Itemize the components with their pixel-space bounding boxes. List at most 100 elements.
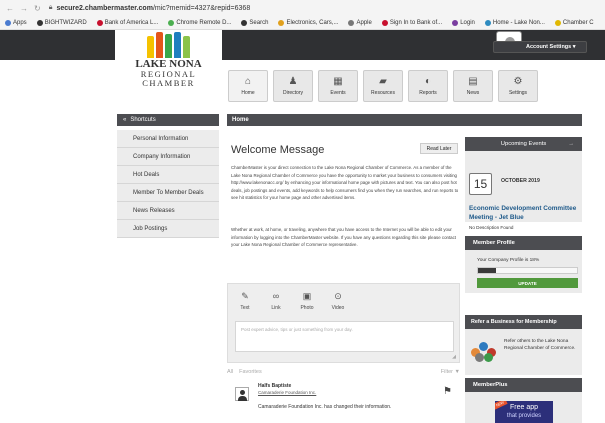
chamber-logo[interactable]: LAKE NONA REGIONAL CHAMBER [115,30,222,98]
feed-item: Halfs Baptiste Camaraderie Foundation In… [227,380,460,423]
arrow-right-icon[interactable]: → [568,141,574,147]
post-link-button[interactable]: ∞ Link [267,290,285,311]
browser-nav: ← → ↻ [0,4,41,13]
photo-icon: ▣ [302,291,312,301]
account-settings-button[interactable]: Account Settings ▾ [493,41,587,53]
bookmark-item[interactable]: Apps [0,19,32,26]
url-field[interactable]: secure2.chambermaster.com/mic?memid=4327… [56,5,250,12]
nav-settings-button[interactable]: ⚙ Settings [498,70,538,102]
event-description: No Description Found [469,225,514,230]
activity-icon: ⚑ [443,386,452,397]
folder-icon: ▰ [379,76,387,87]
nav-news-button[interactable]: ▤ News [453,70,493,102]
video-icon: ⊙ [334,291,342,301]
profile-progress-bar [477,267,578,274]
bookmark-label: BIGHTWIZARD [44,19,87,26]
user-avatar-icon[interactable] [235,387,249,401]
event-date-day: 15 [469,173,492,195]
bookmark-item[interactable]: Chrome Remote D... [163,19,236,26]
tab-favorites[interactable]: Favorites [239,369,262,375]
post-option-label: Photo [300,305,314,311]
nav-label: Reports [419,90,437,96]
news-icon: ▤ [468,76,478,87]
nav-label: Settings [508,90,528,96]
post-option-label: Link [271,305,281,311]
resize-grip-icon[interactable]: ◢ [452,354,456,360]
post-photo-button[interactable]: ▣ Photo [298,290,316,311]
post-composer: ✎ Text ∞ Link ▣ Photo ⊙ Video Post expert advic… [227,283,460,363]
shortcuts-title: Shortcuts [130,117,156,123]
main-nav: ⌂ Home ♟ Directory ▦ Events ▰ Resources ◐ Reports… [228,70,538,102]
nav-resources-button[interactable]: ▰ Resources [363,70,403,102]
bookmark-label: Apple [356,19,372,26]
event-link[interactable]: Economic Development Committee Meeting -… [469,205,579,222]
nav-directory-button[interactable]: ♟ Directory [273,70,313,102]
bookmark-item[interactable]: Login [447,19,480,26]
url-path: /mic?memid=4327&repid=6368 [152,4,251,12]
upcoming-events-header[interactable]: Upcoming Events → [465,137,582,151]
bookmark-label: Chamber C [562,19,594,26]
nav-label: News [466,90,480,96]
bookmark-icon [348,19,355,26]
bookmarks-bar: Apps BIGHTWIZARD Bank of America L... Chrom… [0,16,605,30]
collapse-icon[interactable]: « [123,117,126,123]
welcome-panel: Welcome Message Read Later ChamberMaster… [227,137,460,275]
nav-home-button[interactable]: ⌂ Home [228,70,268,102]
bookmark-item[interactable]: Apple [343,19,376,26]
sidebar-item-member-to-member-deals[interactable]: Member To Member Deals [117,184,219,202]
logo-graphic [115,30,222,58]
nav-label: Events [330,90,346,96]
bookmark-icon [168,19,175,26]
bookmark-label: Search [249,19,269,26]
directory-icon: ♟ [288,76,298,87]
bookmark-icon [36,19,43,26]
bookmark-icon [452,19,459,26]
memberplus-header: MemberPlus [465,378,582,392]
post-video-button[interactable]: ⊙ Video [329,290,347,311]
bookmark-icon [278,19,285,26]
refer-header[interactable]: Refer a Business for Membership [465,315,582,329]
sidebar-item-hot-deals[interactable]: Hot Deals [117,166,219,184]
address-bar: ← → ↻ 🔒︎ secure2.chambermaster.com/mic?m… [0,0,605,16]
update-button[interactable]: UPDATE [477,278,578,288]
bookmark-item[interactable]: Home - Lake Non... [480,19,550,26]
reload-icon[interactable]: ↻ [34,4,41,13]
profile-progress-fill [478,268,496,273]
shortcuts-header[interactable]: « Shortcuts [117,114,219,126]
bookmark-item[interactable]: Search [236,19,273,26]
feed-org-link[interactable]: Camaraderie Foundation Inc. [258,390,316,395]
sidebar-item-job-postings[interactable]: Job Postings [117,220,219,238]
upcoming-events-title: Upcoming Events [500,141,547,147]
bookmark-item[interactable]: Electronics, Cars,... [273,19,343,26]
refer-text[interactable]: Refer others to the Lake Nona Regional C… [504,338,578,352]
tab-all[interactable]: All [227,369,233,375]
nav-events-button[interactable]: ▦ Events [318,70,358,102]
bookmark-label: Bank of America L... [104,19,159,26]
bookmark-label: Chrome Remote D... [176,19,232,26]
sidebar-item-news-releases[interactable]: News Releases [117,202,219,220]
welcome-paragraph-2: Whether at work, at home, or traveling, … [231,227,457,248]
forward-icon[interactable]: → [20,4,28,13]
bookmark-item[interactable]: BIGHTWIZARD [32,19,92,26]
post-textarea[interactable]: Post expert advice, tips or just somethi… [235,321,454,352]
filter-dropdown[interactable]: Filter ▼ [441,369,460,375]
sidebar-item-company-information[interactable]: Company Information [117,148,219,166]
sidebar-item-personal-information[interactable]: Personal Information [117,130,219,148]
read-later-button[interactable]: Read Later [420,143,458,154]
bookmark-icon [241,19,248,26]
bookmark-label: Login [460,19,475,26]
back-icon[interactable]: ← [6,4,14,13]
url-domain: secure2.chambermaster.com [56,4,153,12]
bookmark-item[interactable]: Sign In to Bank of... [377,19,447,26]
bookmark-label: Home - Lake Non... [492,19,545,26]
post-text-button[interactable]: ✎ Text [236,290,254,311]
bookmark-icon [484,19,491,26]
member-profile-header: Member Profile [465,236,582,250]
bookmark-item[interactable]: Bank of America L... [92,19,164,26]
nav-reports-button[interactable]: ◐ Reports [408,70,448,102]
pencil-icon: ✎ [241,291,249,301]
feed-author[interactable]: Halfs Baptiste [258,383,291,389]
post-option-label: Text [240,305,250,311]
memberplus-promo[interactable]: NEW Free app that provides [495,401,553,423]
bookmark-item[interactable]: Chamber C [550,19,599,26]
